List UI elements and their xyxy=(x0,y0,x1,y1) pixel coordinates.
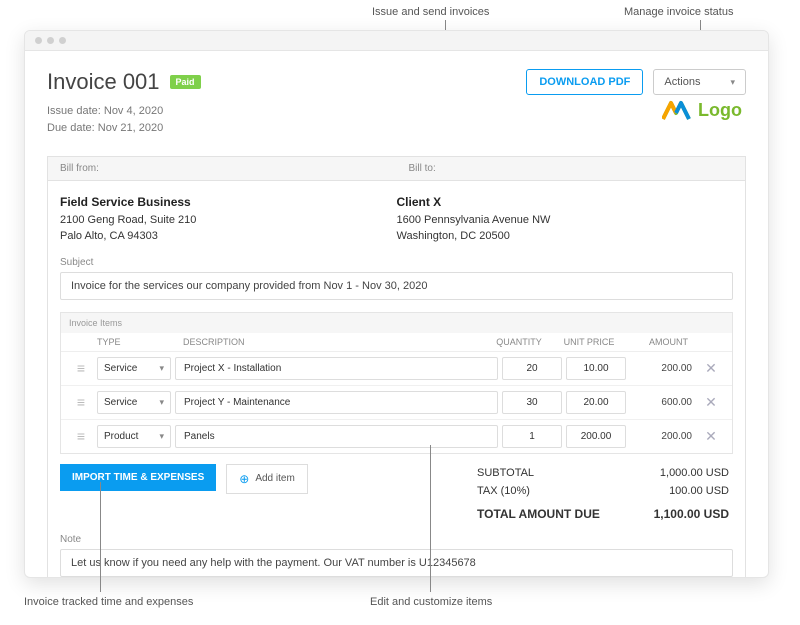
download-pdf-button[interactable]: DOWNLOAD PDF xyxy=(526,69,643,95)
item-unit-price-input[interactable]: 20.00 xyxy=(566,391,626,414)
item-type-select[interactable]: Product▾ xyxy=(97,425,171,448)
col-amount: AMOUNT xyxy=(624,337,694,347)
bill-to-line2: Washington, DC 20500 xyxy=(397,230,510,242)
table-row: ≡ Product▾ Panels 1 200.00 200.00 ✕ xyxy=(61,420,732,453)
window-dot xyxy=(35,37,42,44)
col-type: TYPE xyxy=(97,337,177,347)
subject-label: Subject xyxy=(48,257,745,268)
drag-handle-icon[interactable]: ≡ xyxy=(69,428,93,444)
table-row: ≡ Service▾ Project X - Installation 20 1… xyxy=(61,352,732,386)
item-description-input[interactable]: Panels xyxy=(175,425,498,448)
item-amount: 200.00 xyxy=(630,363,694,374)
col-description: DESCRIPTION xyxy=(177,337,484,347)
window-dot xyxy=(47,37,54,44)
delete-row-icon[interactable]: ✕ xyxy=(698,360,724,377)
annotation-issue-send: Issue and send invoices xyxy=(372,6,489,18)
delete-row-icon[interactable]: ✕ xyxy=(698,394,724,411)
subtotal-value: 1,000.00 USD xyxy=(660,467,729,479)
annotation-line xyxy=(100,482,101,592)
col-unit-price: UNIT PRICE xyxy=(554,337,624,347)
chevron-down-icon: ▾ xyxy=(730,77,735,88)
item-amount: 600.00 xyxy=(630,397,694,408)
subtotal-label: SUBTOTAL xyxy=(477,467,534,479)
item-quantity-input[interactable]: 20 xyxy=(502,357,562,380)
actions-dropdown[interactable]: Actions ▾ xyxy=(653,69,746,95)
table-row: ≡ Service▾ Project Y - Maintenance 30 20… xyxy=(61,386,732,420)
import-time-expenses-button[interactable]: IMPORT TIME & EXPENSES xyxy=(60,464,216,491)
plus-circle-icon: ⊕ xyxy=(239,472,249,486)
bill-from-address: Field Service Business 2100 Geng Road, S… xyxy=(60,193,397,245)
add-item-button[interactable]: ⊕ Add item xyxy=(226,464,308,494)
item-unit-price-input[interactable]: 200.00 xyxy=(566,425,626,448)
col-quantity: QUANTITY xyxy=(484,337,554,347)
issue-date: Issue date: Nov 4, 2020 xyxy=(47,103,746,120)
drag-handle-icon[interactable]: ≡ xyxy=(69,394,93,410)
total-value: 1,100.00 USD xyxy=(654,507,729,521)
tax-value: 100.00 USD xyxy=(669,485,729,497)
item-quantity-input[interactable]: 30 xyxy=(502,391,562,414)
bill-to-address: Client X 1600 Pennsylvania Avenue NW Was… xyxy=(397,193,734,245)
window-dot xyxy=(59,37,66,44)
bill-to-line1: 1600 Pennsylvania Avenue NW xyxy=(397,214,551,226)
bill-from-name: Field Service Business xyxy=(60,195,191,209)
tax-label: TAX (10%) xyxy=(477,485,530,497)
bill-from-line2: Palo Alto, CA 94303 xyxy=(60,230,158,242)
note-label: Note xyxy=(48,534,745,545)
status-badge: Paid xyxy=(170,75,201,89)
actions-label: Actions xyxy=(664,76,700,88)
item-type-select[interactable]: Service▾ xyxy=(97,391,171,414)
add-item-label: Add item xyxy=(255,473,294,484)
invoice-panel: Bill from: Bill to: Field Service Busine… xyxy=(47,156,746,578)
invoice-dates: Issue date: Nov 4, 2020 Due date: Nov 21… xyxy=(47,103,746,136)
annotation-import: Invoice tracked time and expenses xyxy=(24,596,193,608)
bill-from-line1: 2100 Geng Road, Suite 210 xyxy=(60,214,196,226)
invoice-window: Invoice 001 Paid DOWNLOAD PDF Actions ▾ … xyxy=(24,30,769,578)
logo-icon xyxy=(662,99,692,121)
subject-input[interactable]: Invoice for the services our company pro… xyxy=(60,272,733,300)
drag-handle-icon[interactable]: ≡ xyxy=(69,360,93,376)
bill-to-label: Bill to: xyxy=(397,157,746,180)
logo-text: Logo xyxy=(698,100,742,121)
invoice-title: Invoice 001 xyxy=(47,69,160,95)
item-unit-price-input[interactable]: 10.00 xyxy=(566,357,626,380)
note-input[interactable]: Let us know if you need any help with th… xyxy=(60,549,733,577)
item-amount: 200.00 xyxy=(630,431,694,442)
window-titlebar xyxy=(25,31,768,51)
total-label: TOTAL AMOUNT DUE xyxy=(477,507,600,521)
bill-from-label: Bill from: xyxy=(48,157,397,180)
item-description-input[interactable]: Project Y - Maintenance xyxy=(175,391,498,414)
totals-block: SUBTOTAL 1,000.00 USD TAX (10%) 100.00 USD… xyxy=(473,464,733,524)
delete-row-icon[interactable]: ✕ xyxy=(698,428,724,445)
brand-logo: Logo xyxy=(662,99,742,121)
annotation-manage-status: Manage invoice status xyxy=(624,6,733,18)
due-date: Due date: Nov 21, 2020 xyxy=(47,120,746,137)
item-quantity-input[interactable]: 1 xyxy=(502,425,562,448)
invoice-items-table: Invoice Items TYPE DESCRIPTION QUANTITY … xyxy=(60,312,733,454)
bill-to-name: Client X xyxy=(397,195,442,209)
items-section-label: Invoice Items xyxy=(61,313,732,333)
item-description-input[interactable]: Project X - Installation xyxy=(175,357,498,380)
annotation-edit-items: Edit and customize items xyxy=(370,596,492,608)
item-type-select[interactable]: Service▾ xyxy=(97,357,171,380)
annotation-line xyxy=(430,445,431,592)
